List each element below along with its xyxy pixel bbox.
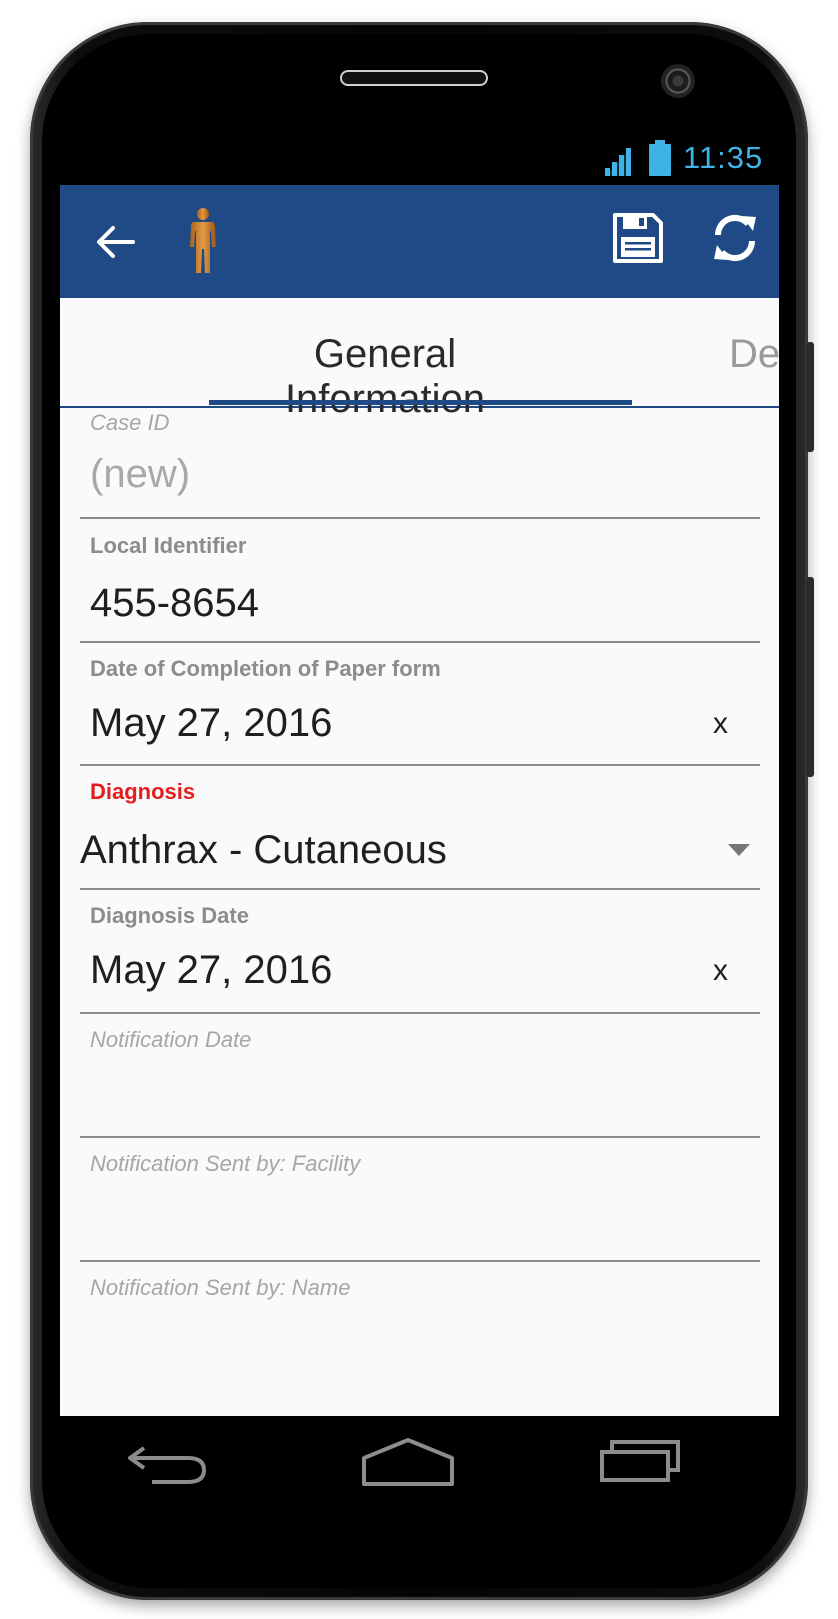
save-icon[interactable] [609,209,667,267]
case-id-label: Case ID [90,410,170,435]
diagnosis-date-label: Diagnosis Date [90,903,249,928]
sync-icon[interactable] [706,209,764,267]
diagnosis-select[interactable]: Anthrax - Cutaneous [80,828,447,873]
front-camera [661,64,695,98]
date-completion-field[interactable]: Date of Completion of Paper form May 27,… [80,643,760,766]
date-completion-label: Date of Completion of Paper form [90,656,441,681]
diagnosis-date-clear-button[interactable]: x [713,954,728,988]
notification-facility-field[interactable]: Notification Sent by: Facility [80,1138,760,1262]
local-identifier-input[interactable]: 455-8654 [90,581,259,626]
tab-indicator [209,400,632,405]
notification-name-field[interactable]: Notification Sent by: Name [80,1262,760,1384]
navigation-bar [60,1416,779,1526]
notification-name-label: Notification Sent by: Name [90,1275,351,1300]
date-completion-input[interactable]: May 27, 2016 [90,701,332,746]
power-button [806,342,814,452]
status-time: 11:35 [683,140,764,175]
tab-next[interactable]: De [729,332,779,377]
diagnosis-date-field[interactable]: Diagnosis Date May 27, 2016 x [80,890,760,1014]
case-id-value: (new) [90,452,191,496]
diagnosis-label: Diagnosis [90,779,196,804]
home-nav-icon[interactable] [360,1436,456,1488]
notification-facility-label: Notification Sent by: Facility [90,1151,361,1176]
local-identifier-field[interactable]: Local Identifier 455-8654 [80,519,760,643]
signal-icon [605,148,631,176]
back-arrow-icon[interactable] [90,215,144,269]
volume-button [806,577,814,777]
person-icon [190,208,216,273]
status-bar: 11:35 [582,136,774,184]
recents-nav-icon[interactable] [598,1434,684,1484]
tab-bar: General Information De [60,298,779,421]
chevron-down-icon[interactable] [728,844,750,856]
local-identifier-label: Local Identifier [90,533,247,558]
date-completion-clear-button[interactable]: x [713,707,728,741]
diagnosis-date-input[interactable]: May 27, 2016 [90,948,332,993]
diagnosis-field[interactable]: Diagnosis Anthrax - Cutaneous [80,766,760,890]
earpiece-speaker [340,70,488,86]
notification-date-label: Notification Date [90,1027,252,1052]
app-bar [60,185,779,298]
back-nav-icon[interactable] [124,1438,210,1488]
app-screen: General Information De Case ID (new) Loc… [60,185,779,1416]
case-id-field: Case ID (new) [80,408,760,519]
battery-icon [649,140,671,176]
notification-date-field[interactable]: Notification Date [80,1014,760,1138]
